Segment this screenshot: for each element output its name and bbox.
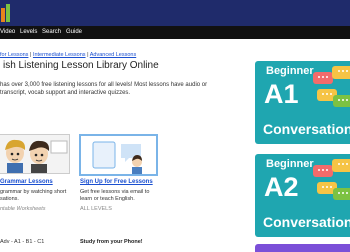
site-logo-icon[interactable] — [0, 4, 14, 22]
email-lessons-icon — [81, 136, 156, 174]
intermediate-lessons-link[interactable]: Intermediate Lessons — [33, 52, 86, 58]
nav-item-video[interactable]: Video — [0, 29, 15, 35]
grammar-description: grammar by watching short sations. — [0, 189, 75, 203]
speech-bubble-icon — [333, 188, 350, 200]
signup-free-lessons-link[interactable]: Sign Up for Free Lessons — [80, 179, 153, 185]
site-header — [0, 0, 350, 26]
promo-label: Beginner — [266, 158, 314, 170]
promo-level: A1 — [264, 79, 299, 109]
all-levels-label: ALL LEVELS — [80, 206, 112, 212]
page-title: ish Listening Lesson Library Online — [3, 60, 159, 71]
next-promo-banner-edge[interactable] — [255, 244, 350, 252]
speech-bubble-icon — [313, 165, 333, 177]
cartoon-students-icon — [0, 135, 69, 173]
beginner-lessons-link[interactable]: for Lessons — [0, 52, 28, 58]
signup-lessons-image[interactable] — [79, 134, 158, 176]
printable-worksheets-note: ntable Worksheets — [0, 206, 46, 212]
grammar-lessons-link[interactable]: Grammar Lessons — [0, 179, 53, 185]
nav-item-levels[interactable]: Levels — [20, 29, 37, 35]
signup-description-line: Get free lessons via email to — [80, 189, 150, 195]
signup-description-line: learn or teach English. — [80, 196, 135, 202]
grammar-levels: Adv - A1 - B1 - C1 — [0, 239, 45, 245]
breadcrumb-separator: | — [29, 52, 32, 58]
grammar-lessons-image[interactable] — [0, 134, 70, 174]
beginner-a1-conversation-banner[interactable]: Beginner A1 Conversation — [255, 61, 350, 144]
promo-label: Beginner — [266, 65, 314, 77]
intro-line: has over 3,000 free listening lessons fo… — [0, 82, 208, 88]
speech-bubble-icon — [332, 66, 350, 79]
promo-subtitle: Conversation — [263, 121, 350, 137]
breadcrumb: for Lessons | Intermediate Lessons | Adv… — [0, 52, 136, 58]
nav-item-search[interactable]: Search — [42, 29, 61, 35]
speech-bubble-icon — [333, 95, 350, 107]
signup-description: Get free lessons via email to learn or t… — [80, 189, 160, 203]
intro-text: has over 3,000 free listening lessons fo… — [0, 81, 240, 97]
speech-bubble-icon — [332, 159, 350, 172]
grammar-description-line: sations. — [0, 196, 19, 202]
promo-subtitle: Conversation — [263, 214, 350, 230]
speech-bubble-icon — [313, 72, 333, 84]
main-nav: Video Levels Search Guide — [0, 26, 350, 39]
nav-item-guide[interactable]: Guide — [66, 29, 82, 35]
intro-line: transcript, vocab support and interactiv… — [0, 90, 131, 96]
study-from-phone-text: Study from your Phone! — [80, 239, 143, 245]
advanced-lessons-link[interactable]: Advanced Lessons — [90, 52, 136, 58]
promo-level: A2 — [264, 172, 299, 202]
breadcrumb-separator: | — [87, 52, 89, 58]
grammar-description-line: grammar by watching short — [0, 189, 67, 195]
beginner-a2-conversation-banner[interactable]: Beginner A2 Conversation — [255, 154, 350, 237]
